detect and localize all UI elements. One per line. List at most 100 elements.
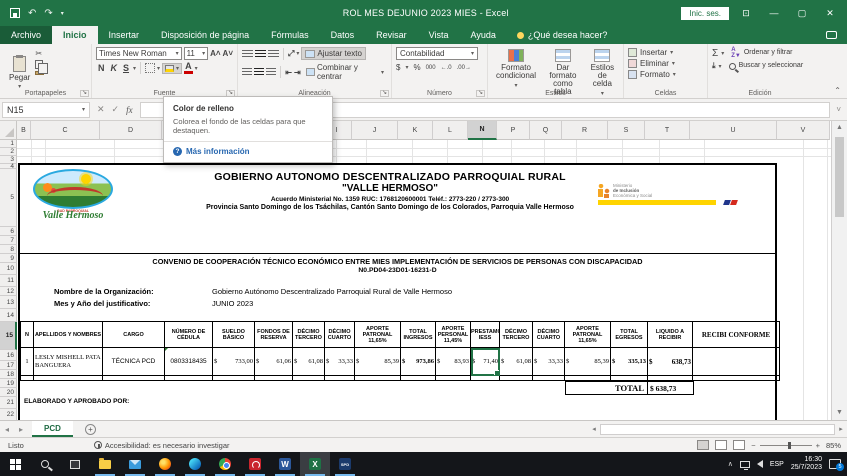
empty-cell[interactable] (293, 376, 325, 381)
ribbon-tab-disposici-n-de-p-gina[interactable]: Disposición de página (150, 26, 260, 44)
tray-expand-icon[interactable]: ∧ (728, 460, 733, 468)
row-header-18[interactable]: 18 (0, 370, 17, 379)
row-header-12[interactable]: 12 (0, 287, 17, 296)
row-header-13[interactable]: 13 (0, 296, 17, 309)
table-header-10[interactable]: APORTE PERSONAL 11,45% (436, 322, 471, 348)
bold-button[interactable]: N (96, 63, 107, 73)
empty-cell[interactable] (436, 376, 471, 381)
table-header-2[interactable]: CARGO (103, 322, 165, 348)
ribbon-tab-archivo[interactable]: Archivo (0, 26, 52, 44)
row-header-21[interactable]: 21 (0, 397, 17, 409)
new-sheet-icon[interactable]: + (85, 424, 96, 435)
row-header-3[interactable]: 3 (0, 156, 17, 164)
decrease-decimal-icon[interactable]: .00→ (457, 65, 471, 71)
sheet-tab-pcd[interactable]: PCD (32, 421, 73, 437)
zoom-level[interactable]: 85% (826, 441, 841, 450)
taskbar-chrome-icon[interactable] (210, 452, 240, 476)
row-header-2[interactable]: 2 (0, 148, 17, 156)
taskbar-excel-icon[interactable]: X (300, 452, 330, 476)
zoom-out-icon[interactable]: − (751, 441, 755, 450)
empty-cell[interactable] (34, 376, 103, 381)
row-header-14[interactable]: 14 (0, 309, 17, 322)
table-header-15[interactable]: TOTAL EGRESOS (611, 322, 648, 348)
cell-recibi-conforme[interactable] (693, 348, 780, 376)
align-bottom-icon[interactable] (268, 50, 279, 58)
empty-cell[interactable] (500, 376, 533, 381)
table-header-17[interactable]: RECIBI CONFORME (693, 322, 780, 348)
insert-function-icon[interactable]: fx (126, 105, 133, 115)
decrease-indent-icon[interactable]: ⇤ (285, 68, 292, 77)
empty-cell[interactable] (165, 376, 213, 381)
empty-cell[interactable] (255, 376, 293, 381)
cell-money-11[interactable]: $335,13 (611, 348, 648, 376)
copy-icon[interactable] (35, 60, 43, 69)
scroll-up-icon[interactable]: ▲ (832, 121, 847, 135)
cell-row-number[interactable]: 1 (21, 348, 34, 376)
table-header-4[interactable]: SUELDO BÁSICO (213, 322, 255, 348)
column-header-V[interactable]: V (777, 121, 830, 140)
column-header-T[interactable]: T (645, 121, 690, 140)
align-left-icon[interactable] (242, 68, 252, 76)
ribbon-tab-f-rmulas[interactable]: Fórmulas (260, 26, 320, 44)
delete-cells-button[interactable]: Eliminar▾ (628, 59, 703, 68)
column-header-C[interactable]: C (31, 121, 100, 140)
currency-format-icon[interactable]: $ (396, 63, 400, 72)
row-header-19[interactable]: 19 (0, 379, 17, 388)
table-header-6[interactable]: DÉCIMO TERCERO (293, 322, 325, 348)
align-top-icon[interactable] (242, 50, 253, 58)
font-size-select[interactable]: 11▾ (184, 47, 209, 60)
table-header-3[interactable]: NÚMERO DE CÉDULA (165, 322, 213, 348)
selected-cell-n15[interactable]: $71,40 (471, 348, 500, 376)
hscroll-left-icon[interactable]: ◂ (588, 425, 600, 433)
close-button[interactable]: ✕ (819, 8, 841, 19)
empty-cell[interactable] (103, 376, 165, 381)
zoom-slider-thumb[interactable] (788, 442, 791, 449)
row-header-5[interactable]: 5 (0, 169, 17, 227)
column-header-P[interactable]: P (497, 121, 530, 140)
sign-in-button[interactable]: Inic. ses. (681, 7, 729, 20)
sheet-nav-left-icon[interactable]: ◂ (0, 425, 14, 434)
column-header-N[interactable]: N (468, 121, 497, 140)
column-header-Q[interactable]: Q (530, 121, 562, 140)
column-header-U[interactable]: U (690, 121, 777, 140)
zoom-slider[interactable] (760, 445, 812, 446)
network-icon[interactable] (740, 461, 750, 468)
font-name-select[interactable]: Times New Roman▾ (96, 47, 182, 60)
row-header-11[interactable]: 11 (0, 275, 17, 287)
empty-cell[interactable] (471, 376, 500, 381)
wrap-text-button[interactable]: Ajustar texto (301, 47, 365, 60)
cell-money-5[interactable]: $973,86 (401, 348, 436, 376)
save-icon[interactable] (10, 8, 20, 18)
taskbar-mail-icon[interactable] (120, 452, 150, 476)
clipboard-dialog-launcher[interactable]: ↘ (80, 90, 89, 97)
sort-filter-label[interactable]: Ordenar y filtrar (744, 49, 793, 57)
action-center-icon[interactable]: 5 (829, 459, 841, 469)
row-header-1[interactable]: 1 (0, 140, 17, 148)
column-header-J[interactable]: J (352, 121, 398, 140)
empty-cell[interactable] (355, 376, 401, 381)
empty-cell[interactable] (21, 376, 34, 381)
merge-center-button[interactable]: Combinar y centrar ▾ (303, 62, 387, 82)
row-header-17[interactable]: 17 (0, 361, 17, 370)
minimize-button[interactable]: — (763, 8, 785, 18)
align-middle-icon[interactable] (255, 50, 266, 58)
feedback-icon[interactable] (826, 31, 837, 39)
autosum-icon[interactable]: Σ (712, 48, 718, 59)
scroll-down-icon[interactable]: ▼ (832, 406, 847, 420)
accessibility-status[interactable]: Accesibilidad: es necesario investigar (94, 441, 230, 450)
tooltip-help-link[interactable]: ? Más información (173, 147, 323, 156)
hscroll-right-icon[interactable]: ▸ (835, 425, 847, 433)
column-header-K[interactable]: K (398, 121, 433, 140)
font-color-icon[interactable]: A (184, 62, 193, 74)
increase-decimal-icon[interactable]: ←.0 (441, 65, 452, 71)
empty-cell[interactable] (693, 376, 780, 381)
taskbar-spd-icon[interactable]: SPD (330, 452, 360, 476)
column-header-B[interactable]: B (17, 121, 31, 140)
column-header-L[interactable]: L (433, 121, 468, 140)
cancel-icon[interactable]: ✕ (97, 104, 105, 115)
borders-dropdown-icon[interactable]: ▾ (157, 65, 160, 72)
cell-money-9[interactable]: $33,33 (533, 348, 565, 376)
page-layout-view-icon[interactable] (715, 440, 727, 450)
align-center-icon[interactable] (254, 68, 264, 76)
ribbon-tab-datos[interactable]: Datos (320, 26, 366, 44)
